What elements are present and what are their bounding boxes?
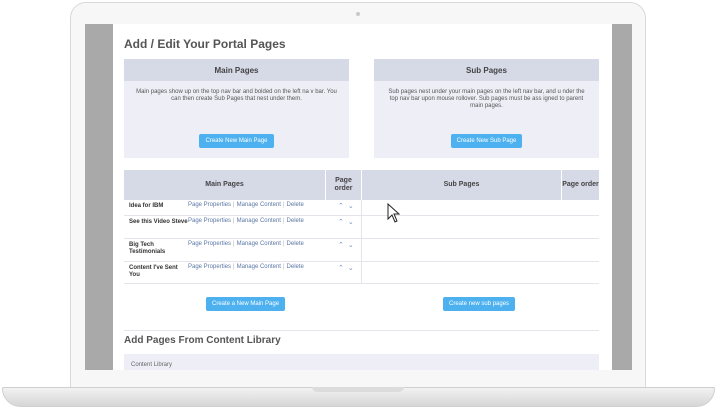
- camera-icon: [356, 12, 360, 16]
- manage-content-link[interactable]: Manage Content: [237, 264, 281, 270]
- delete-link[interactable]: Delete: [287, 241, 304, 247]
- chevron-up-icon[interactable]: ⌃: [338, 265, 344, 283]
- laptop-notch: [312, 387, 404, 392]
- page-name: Content I've Sent You: [129, 265, 178, 278]
- right-gutter: [612, 24, 632, 370]
- order-controls: ⌃ ⌄: [326, 262, 362, 283]
- sub-order-cell: [562, 216, 599, 238]
- row-actions: Page Properties | Manage Content | Delete: [188, 264, 304, 270]
- page-properties-link[interactable]: Page Properties: [188, 218, 231, 224]
- sub-pages-description: Sub pages nest under your main pages on …: [388, 89, 585, 109]
- laptop-screen: Add / Edit Your Portal Pages Main Pages …: [85, 24, 632, 370]
- sub-order-cell: [562, 239, 599, 261]
- order-controls: ⌃ ⌄: [326, 216, 362, 238]
- table-row: See this Video Steve Page Properties | Man…: [124, 216, 599, 239]
- delete-link[interactable]: Delete: [287, 264, 304, 270]
- page-order-column-header: Page order: [326, 170, 362, 200]
- main-pages-description: Main pages show up on the top nav bar an…: [136, 89, 337, 102]
- delete-link[interactable]: Delete: [287, 218, 304, 224]
- chevron-down-icon[interactable]: ⌄: [348, 203, 354, 215]
- chevron-up-icon[interactable]: ⌃: [338, 203, 344, 215]
- create-a-new-main-page-button[interactable]: Create a New Main Page: [206, 297, 286, 311]
- page-name: See this Video Steve: [129, 219, 188, 225]
- pages-table: Main Pages Page order Sub Pages Page ord…: [124, 170, 599, 284]
- main-pages-column-header: Main Pages: [124, 170, 326, 200]
- page-properties-link[interactable]: Page Properties: [188, 202, 231, 208]
- table-header: Main Pages Page order Sub Pages Page ord…: [124, 170, 599, 200]
- create-new-sub-page-button[interactable]: Create New Sub Page: [450, 134, 523, 148]
- sub-pages-panel-header: Sub Pages: [374, 59, 599, 81]
- row-actions: Page Properties | Manage Content | Delete: [188, 202, 304, 208]
- order-controls: ⌃ ⌄: [326, 239, 362, 261]
- content-library-panel: Content Library: [124, 354, 599, 370]
- chevron-up-icon[interactable]: ⌃: [338, 242, 344, 261]
- chevron-down-icon[interactable]: ⌄: [348, 265, 354, 283]
- chevron-up-icon[interactable]: ⌃: [338, 219, 344, 238]
- chevron-down-icon[interactable]: ⌄: [348, 242, 354, 261]
- page-properties-link[interactable]: Page Properties: [188, 241, 231, 247]
- content-library-label: Content Library: [131, 362, 173, 368]
- row-actions: Page Properties | Manage Content | Delete: [188, 241, 304, 247]
- table-row: Idea for IBM Page Properties | Manage Cont…: [124, 200, 599, 216]
- page-title: Add / Edit Your Portal Pages: [124, 37, 286, 51]
- sub-pages-cell: [362, 262, 562, 283]
- page-name: Big Tech Testimonials: [129, 242, 166, 255]
- portal-page: Add / Edit Your Portal Pages Main Pages …: [113, 24, 612, 370]
- sub-order-cell: [562, 200, 599, 215]
- table-row: Content I've Sent You Page Properties | Ma…: [124, 262, 599, 284]
- sub-pages-column-header: Sub Pages: [362, 170, 562, 200]
- row-actions: Page Properties | Manage Content | Delete: [188, 218, 304, 224]
- table-row: Big Tech Testimonials Page Properties | Ma…: [124, 239, 599, 262]
- chevron-down-icon[interactable]: ⌄: [348, 219, 354, 238]
- create-sub-button-wrap: Create new sub pages: [443, 292, 516, 311]
- page-properties-link[interactable]: Page Properties: [188, 264, 231, 270]
- create-main-button-wrap: Create a New Main Page: [206, 292, 286, 311]
- sub-page-order-column-header: Page order: [562, 170, 599, 200]
- sub-pages-panel: Sub Pages Sub pages nest under your main…: [374, 59, 599, 158]
- main-pages-panel: Main Pages Main pages show up on the top…: [124, 59, 349, 158]
- delete-link[interactable]: Delete: [287, 202, 304, 208]
- manage-content-link[interactable]: Manage Content: [237, 241, 281, 247]
- mouse-pointer-icon: [387, 203, 401, 223]
- manage-content-link[interactable]: Manage Content: [237, 218, 281, 224]
- main-pages-panel-header: Main Pages: [124, 59, 349, 81]
- content-library-title: Add Pages From Content Library: [124, 335, 281, 346]
- create-new-sub-pages-button[interactable]: Create new sub pages: [443, 297, 516, 311]
- left-gutter: [85, 24, 113, 370]
- create-new-main-page-button[interactable]: Create New Main Page: [199, 134, 274, 148]
- order-controls: ⌃ ⌄: [326, 200, 362, 215]
- manage-content-link[interactable]: Manage Content: [237, 202, 281, 208]
- sub-pages-cell: [362, 239, 562, 261]
- page-name: Idea for IBM: [129, 203, 164, 209]
- section-divider: [124, 330, 599, 331]
- sub-order-cell: [562, 262, 599, 283]
